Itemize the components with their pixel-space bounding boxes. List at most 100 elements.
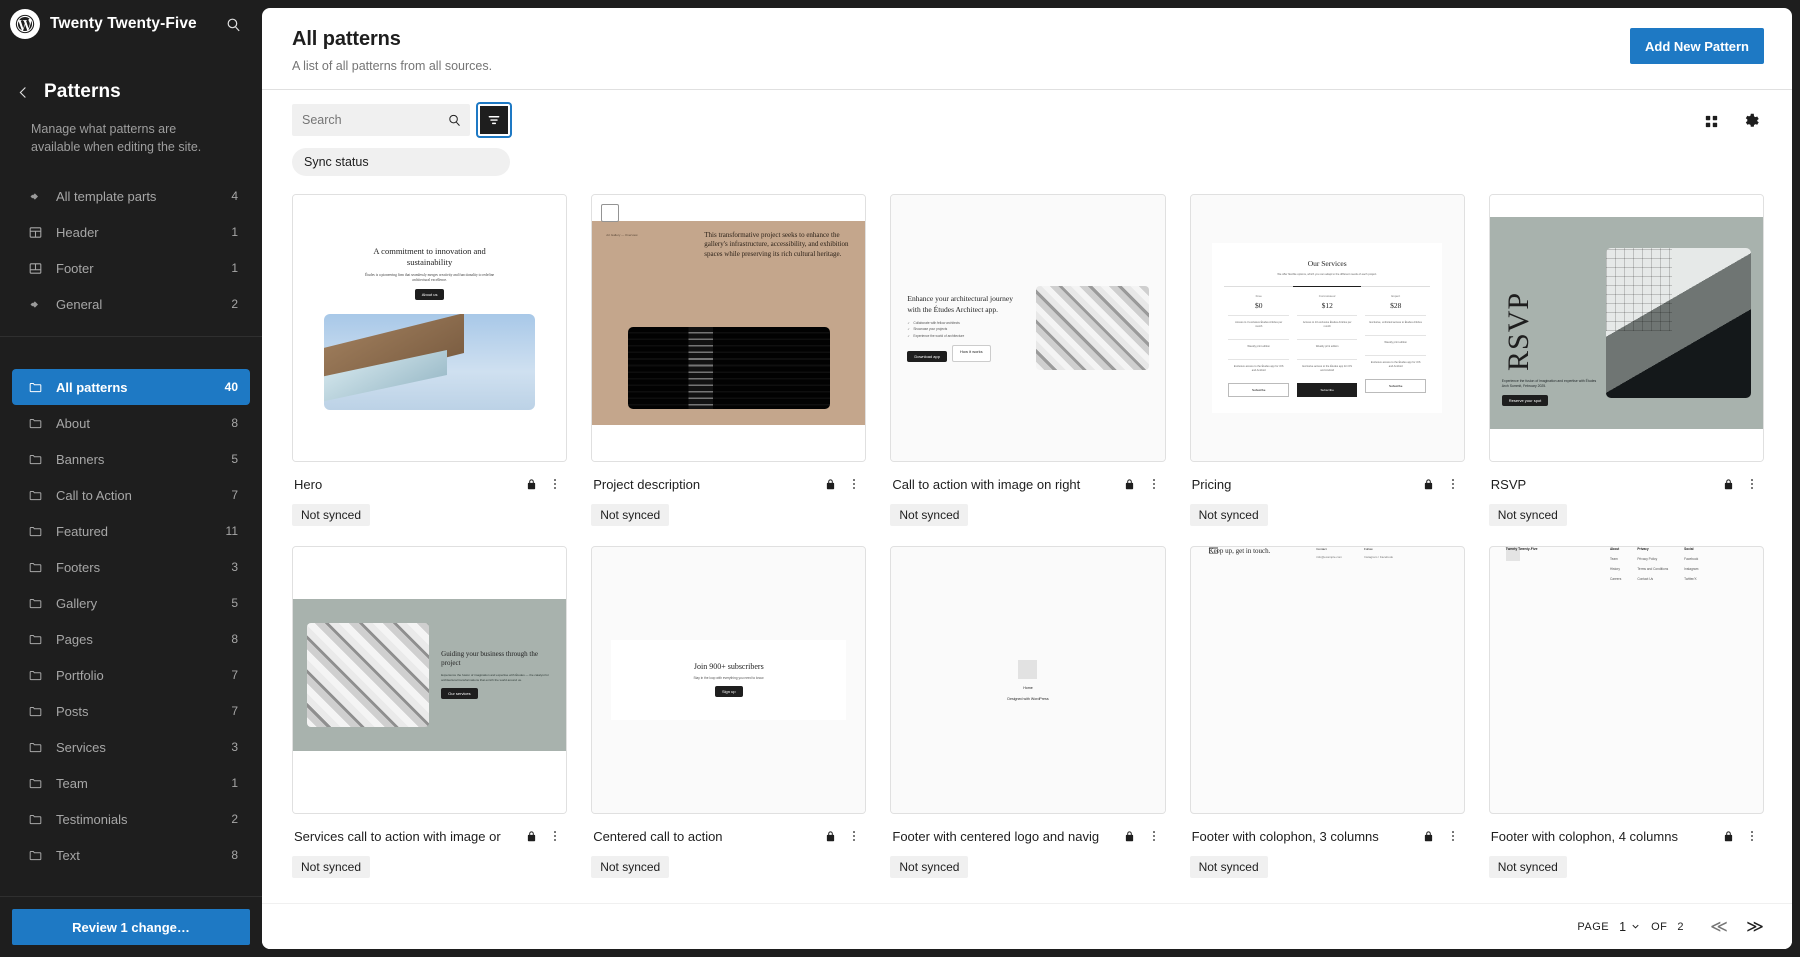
sidebar-item-label: Gallery: [56, 596, 219, 611]
sidebar-item-count: 2: [231, 812, 238, 826]
pattern-title[interactable]: Project description: [593, 477, 816, 492]
pattern-title[interactable]: RSVP: [1491, 477, 1714, 492]
pattern-thumbnail[interactable]: Art Gallery — Overview This transformati…: [591, 194, 866, 462]
patterns-app: Twenty Twenty-Five Patterns Manage what …: [0, 0, 1800, 957]
preview-column-title: Privacy: [1637, 547, 1668, 551]
pattern-title[interactable]: Centered call to action: [593, 829, 816, 844]
pagination-page-select[interactable]: 1: [1619, 920, 1641, 934]
pattern-thumbnail[interactable]: Enhance your architectural journey with …: [890, 194, 1165, 462]
sidebar-item-text[interactable]: Text8: [12, 837, 250, 873]
preview-column-item: Careers: [1610, 577, 1621, 581]
preview-tier-feature: Weekly print edition: [1365, 335, 1426, 350]
more-vertical-icon[interactable]: [844, 826, 864, 846]
sidebar-item-label: About: [56, 416, 219, 431]
sidebar-item-services[interactable]: Services3: [12, 729, 250, 765]
double-chevron-left-icon[interactable]: ≪: [1706, 914, 1732, 940]
review-changes-button[interactable]: Review 1 change…: [12, 909, 250, 945]
pattern-thumbnail[interactable]: Twenty Twenty-Five About TeamHistoryCare…: [1489, 546, 1764, 814]
pattern-title[interactable]: Footer with colophon, 3 columns: [1192, 829, 1415, 844]
pattern-card[interactable]: Keep up, get in touch. Contact info@exam…: [1190, 546, 1465, 878]
pattern-select-checkbox[interactable]: [601, 204, 619, 222]
add-new-pattern-button[interactable]: Add New Pattern: [1630, 28, 1764, 64]
lock-icon: [523, 478, 539, 491]
pattern-title[interactable]: Call to action with image on right: [892, 477, 1115, 492]
sidebar-item-all-patterns[interactable]: All patterns40: [12, 369, 250, 405]
sidebar-item-banners[interactable]: Banners5: [12, 441, 250, 477]
pattern-title[interactable]: Pricing: [1192, 477, 1415, 492]
pattern-thumbnail[interactable]: Guiding your business through the projec…: [292, 546, 567, 814]
pattern-meta-row: Call to action with image on right: [890, 462, 1165, 494]
preview-tier-button: Subscribe: [1228, 383, 1289, 397]
pattern-card[interactable]: Enhance your architectural journey with …: [890, 194, 1165, 526]
pattern-card[interactable]: Our Services We offer flexible options, …: [1190, 194, 1465, 526]
sidebar-item-general[interactable]: General 2: [12, 286, 250, 322]
search-input[interactable]: [292, 104, 470, 136]
pattern-card[interactable]: RSVP Experience the fusion of imaginatio…: [1489, 194, 1764, 526]
pattern-card[interactable]: Join 900+ subscribers Stay in the loop w…: [591, 546, 866, 878]
page-header-text: All patterns A list of all patterns from…: [292, 28, 492, 73]
pattern-card[interactable]: Home Designed with WordPress Footer with …: [890, 546, 1165, 878]
sidebar-item-portfolio[interactable]: Portfolio7: [12, 657, 250, 693]
pattern-title[interactable]: Services call to action with image or: [294, 829, 517, 844]
more-vertical-icon[interactable]: [1443, 474, 1463, 494]
pagination: Page 1 of 2 ≪ ≫: [262, 903, 1792, 949]
pattern-thumbnail[interactable]: Join 900+ subscribers Stay in the loop w…: [591, 546, 866, 814]
pattern-thumbnail[interactable]: Home Designed with WordPress: [890, 546, 1165, 814]
pattern-meta-row: Footer with colophon, 4 columns: [1489, 814, 1764, 846]
folder-icon: [26, 702, 44, 720]
pagination-page-label: Page: [1577, 921, 1609, 933]
patterns-grid-scroll[interactable]: A commitment to innovation and sustainab…: [262, 176, 1792, 949]
pattern-title[interactable]: Footer with centered logo and navig: [892, 829, 1115, 844]
filter-icon[interactable]: [478, 104, 510, 136]
double-chevron-right-icon[interactable]: ≫: [1742, 914, 1768, 940]
search-icon[interactable]: [220, 11, 246, 37]
sidebar-item-count: 7: [231, 704, 238, 718]
folder-icon: [26, 738, 44, 756]
sync-status-filter-chip[interactable]: Sync status: [292, 148, 510, 176]
preview-tier-feature: Exclusive, unlimited access to Études Ar…: [1365, 315, 1426, 330]
pattern-card[interactable]: Art Gallery — Overview This transformati…: [591, 194, 866, 526]
patterns-grid: A commitment to innovation and sustainab…: [292, 194, 1764, 878]
chevron-left-icon[interactable]: [12, 76, 34, 108]
sidebar-item-gallery[interactable]: Gallery5: [12, 585, 250, 621]
sidebar-item-call-to-action[interactable]: Call to Action7: [12, 477, 250, 513]
pattern-thumbnail[interactable]: Keep up, get in touch. Contact info@exam…: [1190, 546, 1465, 814]
more-vertical-icon[interactable]: [1742, 474, 1762, 494]
sidebar-item-about[interactable]: About8: [12, 405, 250, 441]
sidebar-item-all-template-parts[interactable]: All template parts 4: [12, 178, 250, 214]
more-vertical-icon[interactable]: [1443, 826, 1463, 846]
sidebar-item-footer[interactable]: Footer 1: [12, 250, 250, 286]
sidebar-item-testimonials[interactable]: Testimonials2: [12, 801, 250, 837]
sidebar-item-team[interactable]: Team1: [12, 765, 250, 801]
pattern-preview-project: Art Gallery — Overview This transformati…: [592, 195, 865, 461]
sidebar-item-pages[interactable]: Pages8: [12, 621, 250, 657]
pattern-thumbnail[interactable]: A commitment to innovation and sustainab…: [292, 194, 567, 462]
preview-body: Stay in the loop with everything you nee…: [621, 676, 836, 680]
more-vertical-icon[interactable]: [545, 474, 565, 494]
sidebar-item-posts[interactable]: Posts7: [12, 693, 250, 729]
preview-tier-button: Subscribe: [1297, 383, 1358, 397]
wordpress-logo-icon[interactable]: [10, 9, 40, 39]
grid-view-icon[interactable]: [1698, 108, 1724, 134]
pattern-card[interactable]: A commitment to innovation and sustainab…: [292, 194, 567, 526]
filters-left: Sync status: [292, 104, 510, 176]
sidebar-item-label: Services: [56, 740, 219, 755]
more-vertical-icon[interactable]: [844, 474, 864, 494]
more-vertical-icon[interactable]: [1144, 474, 1164, 494]
sidebar-item-header[interactable]: Header 1: [12, 214, 250, 250]
pattern-title[interactable]: Hero: [294, 477, 517, 492]
sidebar-item-footers[interactable]: Footers3: [12, 549, 250, 585]
pattern-card[interactable]: Twenty Twenty-Five About TeamHistoryCare…: [1489, 546, 1764, 878]
sidebar-item-featured[interactable]: Featured11: [12, 513, 250, 549]
pattern-title[interactable]: Footer with colophon, 4 columns: [1491, 829, 1714, 844]
pattern-thumbnail[interactable]: Our Services We offer flexible options, …: [1190, 194, 1465, 462]
folder-icon: [26, 846, 44, 864]
sidebar-item-label: Footers: [56, 560, 219, 575]
more-vertical-icon[interactable]: [1742, 826, 1762, 846]
more-vertical-icon[interactable]: [1144, 826, 1164, 846]
pattern-card[interactable]: Guiding your business through the projec…: [292, 546, 567, 878]
more-vertical-icon[interactable]: [545, 826, 565, 846]
preview-bullets: Collaborate with fellow architectsShowca…: [907, 321, 1025, 338]
pattern-thumbnail[interactable]: RSVP Experience the fusion of imaginatio…: [1489, 194, 1764, 462]
gear-icon[interactable]: [1738, 108, 1764, 134]
